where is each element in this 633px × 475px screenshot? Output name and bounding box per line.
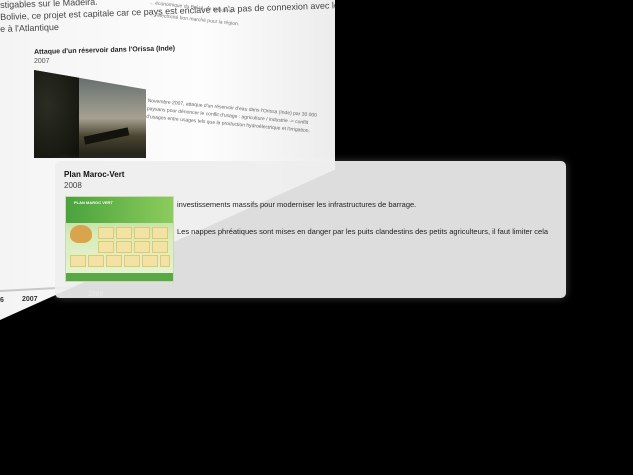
event-description: Novembre 2007, attaque d'un réservoir d'…: [145, 97, 318, 135]
card-title: Plan Maroc-Vert: [64, 170, 125, 179]
infographic-cell: [98, 241, 114, 253]
infographic-cell: [124, 255, 140, 267]
presentation-stage: stigables sur le Madeira. Bolivie, ce pr…: [0, 0, 633, 475]
infographic-cell: [70, 255, 86, 267]
boat-silhouette: [83, 127, 130, 145]
infographic-cell: [98, 227, 114, 239]
plan-maroc-vert-image[interactable]: PLAN MAROC VERT: [65, 196, 174, 282]
timeline-tick[interactable]: 6: [0, 297, 4, 304]
card-description: Les nappes phréatiques sont mises en dan…: [177, 227, 549, 236]
infographic-cell: [134, 227, 150, 239]
infographic-cell: [160, 255, 170, 267]
image-footer-bar: [66, 273, 173, 281]
infographic-cell: [106, 255, 122, 267]
infographic-cell: [134, 241, 150, 253]
card-description: investissements massifs pour moderniser …: [177, 200, 417, 209]
image-banner: PLAN MAROC VERT: [66, 197, 173, 223]
infographic-cell: [116, 227, 132, 239]
infographic-cell: [88, 255, 104, 267]
infographic-cell: [152, 241, 168, 253]
image-banner-text: PLAN MAROC VERT: [74, 200, 113, 205]
tree-silhouette: [34, 70, 79, 158]
infographic-cell: [152, 227, 168, 239]
product-illustration: [70, 225, 92, 243]
timeline-tick[interactable]: 2007: [22, 296, 38, 303]
card-year: 2008: [64, 181, 82, 190]
event-year: 2007: [34, 58, 50, 65]
infographic-cell: [142, 255, 158, 267]
event-photo[interactable]: [34, 70, 146, 158]
event-title[interactable]: Attaque d'un réservoir dans l'Orissa (In…: [34, 45, 175, 56]
infographic-cell: [116, 241, 132, 253]
event-detail-card[interactable]: Plan Maroc-Vert 2008 PLAN MAROC VERT inv…: [55, 161, 566, 298]
intro-text-line: e à l'Atlantique: [0, 21, 60, 34]
